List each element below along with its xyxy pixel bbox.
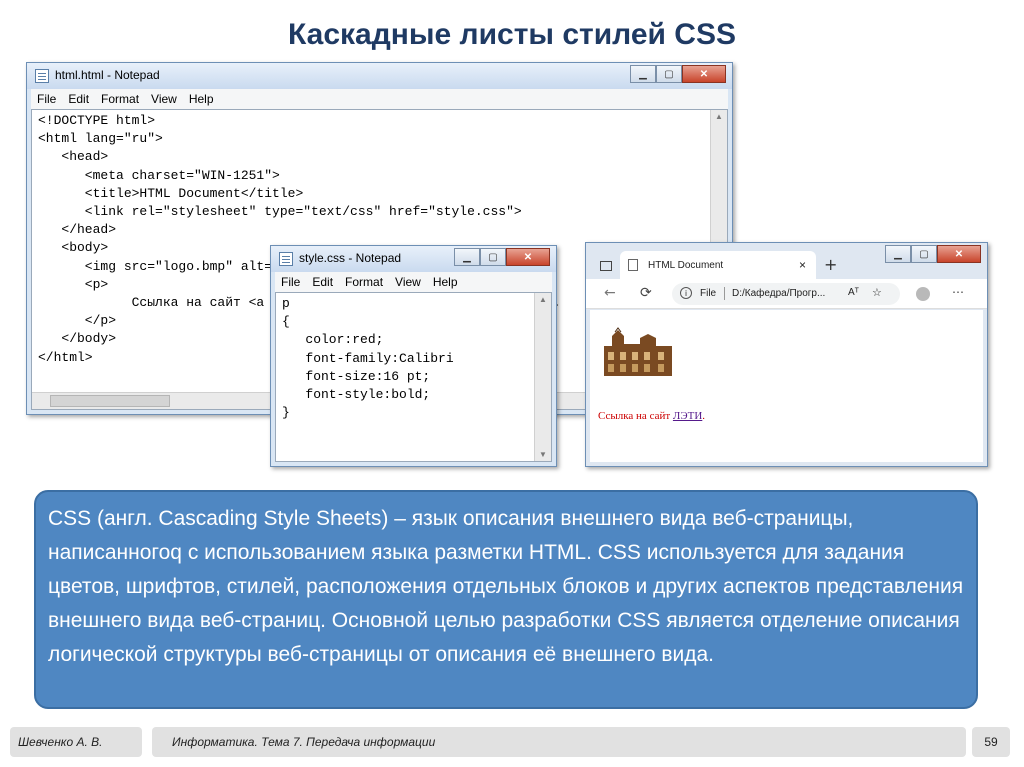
menu-view[interactable]: View: [389, 275, 427, 289]
close-button[interactable]: ✕: [682, 65, 726, 83]
minimize-button[interactable]: ▁: [454, 248, 480, 266]
tab-title: HTML Document: [648, 260, 724, 271]
favorites-star-icon[interactable]: ☆: [872, 286, 882, 299]
course-text: Информатика. Тема 7. Передача информации: [172, 735, 436, 749]
html-notepad-title: html.html - Notepad: [55, 68, 160, 82]
address-bar[interactable]: i File D:/Кафедра/Прогр... Aᵀ ☆: [672, 283, 900, 305]
maximize-button[interactable]: ▢: [480, 248, 506, 266]
css-notepad-titlebar[interactable]: style.css - Notepad ▁ ▢ ✕: [271, 246, 556, 272]
leti-logo-image: [600, 326, 676, 378]
html-notepad-menubar: File Edit Format View Help: [31, 89, 728, 109]
back-arrow-icon[interactable]: ←: [604, 285, 616, 301]
footer-author: Шевченко А. В.: [10, 727, 142, 757]
refresh-icon[interactable]: ⟳: [640, 285, 652, 301]
read-aloud-icon[interactable]: Aᵀ: [848, 287, 859, 298]
css-editor-area[interactable]: p { color:red; font-family:Calibri font-…: [275, 292, 552, 462]
menu-view[interactable]: View: [145, 92, 183, 106]
browser-toolbar: ← ⟳ i File D:/Кафедра/Прогр... Aᵀ ☆ ⋯: [586, 279, 987, 309]
browser-page: Ссылка на сайт ЛЭТИ.: [590, 310, 983, 462]
leti-link[interactable]: ЛЭТИ: [673, 410, 702, 422]
footer-course: Информатика. Тема 7. Передача информации: [152, 727, 966, 757]
css-code: p { color:red; font-family:Calibri font-…: [282, 296, 454, 421]
browser-tabstrip: HTML Document × + ▁ ▢ ✕: [586, 243, 987, 279]
menu-file[interactable]: File: [275, 275, 306, 289]
more-menu-icon[interactable]: ⋯: [952, 285, 964, 299]
css-notepad-window[interactable]: style.css - Notepad ▁ ▢ ✕ File Edit Form…: [270, 245, 557, 467]
new-tab-button[interactable]: +: [824, 255, 837, 274]
footer-page-number: 59: [972, 727, 1010, 757]
address-prefix: File: [700, 288, 717, 299]
minimize-button[interactable]: ▁: [630, 65, 656, 83]
description-box: CSS (англ. Cascading Style Sheets) – язы…: [34, 490, 978, 709]
menu-format[interactable]: Format: [339, 275, 389, 289]
tab-actions-icon[interactable]: [600, 261, 612, 271]
html-notepad-titlebar[interactable]: html.html - Notepad ▁ ▢ ✕: [27, 63, 732, 89]
browser-tab[interactable]: HTML Document ×: [620, 251, 816, 279]
notepad-icon: [279, 252, 293, 266]
profile-avatar[interactable]: [916, 287, 930, 301]
address-separator: [724, 287, 725, 300]
minimize-button[interactable]: ▁: [885, 245, 911, 263]
page-text-end: .: [702, 410, 706, 422]
notepad-icon: [35, 69, 49, 83]
page-number: 59: [984, 735, 998, 749]
page-paragraph: Ссылка на сайт ЛЭТИ.: [598, 410, 705, 422]
info-icon[interactable]: i: [680, 287, 692, 299]
author-text: Шевченко А. В.: [18, 735, 103, 749]
css-notepad-title: style.css - Notepad: [299, 251, 402, 265]
description-text: CSS (англ. Cascading Style Sheets) – язы…: [48, 507, 964, 666]
menu-edit[interactable]: Edit: [62, 92, 95, 106]
vertical-scrollbar[interactable]: [534, 293, 551, 461]
tab-close-icon[interactable]: ×: [799, 258, 806, 272]
browser-window[interactable]: HTML Document × + ▁ ▢ ✕ ← ⟳ i File D:/Ка…: [585, 242, 988, 467]
menu-edit[interactable]: Edit: [306, 275, 339, 289]
address-text[interactable]: D:/Кафедра/Прогр...: [732, 288, 842, 299]
close-button[interactable]: ✕: [937, 245, 981, 263]
slide-title: Каскадные листы стилей CSS: [287, 18, 736, 51]
maximize-button[interactable]: ▢: [656, 65, 682, 83]
page-favicon-icon: [628, 259, 638, 271]
menu-format[interactable]: Format: [95, 92, 145, 106]
close-button[interactable]: ✕: [506, 248, 550, 266]
menu-file[interactable]: File: [31, 92, 62, 106]
menu-help[interactable]: Help: [427, 275, 464, 289]
menu-help[interactable]: Help: [183, 92, 220, 106]
maximize-button[interactable]: ▢: [911, 245, 937, 263]
css-notepad-menubar: File Edit Format View Help: [275, 272, 552, 292]
page-text: Ссылка на сайт: [598, 410, 673, 422]
